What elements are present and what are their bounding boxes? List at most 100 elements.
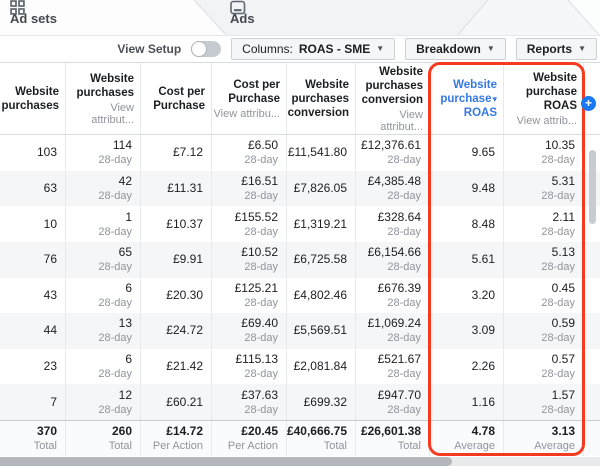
table-cell: £155.52 28-day — [211, 206, 286, 242]
column-header-cost-per-purchase-attr[interactable]: Cost per Purchase View attribu... — [211, 63, 286, 134]
cell-value: £7,826.05 — [293, 180, 347, 195]
column-header-cost-per-purchase[interactable]: Cost per Purchase — [140, 63, 211, 134]
table-cell: £125.21 28-day — [211, 277, 286, 314]
add-column-button[interactable]: + — [581, 96, 596, 111]
column-header-website-purchases-attr[interactable]: Website purchases View attribut... — [65, 63, 140, 134]
table-cell: £14.72 Per Action — [140, 421, 211, 456]
cell-value: £20.45 — [241, 424, 278, 438]
cell-sub-label: Total — [397, 440, 421, 452]
table-cell: 114 28-day — [65, 135, 140, 171]
view-attribution-link[interactable]: View attrib... — [517, 115, 577, 127]
columns-prefix: Columns: — [242, 42, 293, 56]
table-row[interactable]: 7 12 28-day £60.21 £37.63 28-day £699.32 £947.7… — [0, 384, 600, 420]
column-header-purchases-conversion-attr[interactable]: Website purchases conversion View attrib… — [355, 63, 429, 134]
table-row[interactable]: 76 65 28-day £9.91 £10.52 28-day £6,725.58 £6,1… — [0, 241, 600, 278]
cell-value: 5.61 — [471, 252, 495, 267]
reports-button[interactable]: Reports ▼ — [515, 38, 597, 60]
ad-sets-grid-icon — [10, 0, 25, 15]
chevron-down-icon: ▼ — [486, 44, 495, 53]
column-header-purchase-roas-attr[interactable]: Website purchase ROAS View attrib... — [503, 63, 583, 134]
table-row[interactable]: 43 6 28-day £20.30 £125.21 28-day £4,802.46 £67… — [0, 277, 600, 314]
view-attribution-link[interactable]: View attribut... — [66, 102, 134, 126]
column-header-label: Website purchase ROAS — [525, 71, 577, 112]
table-cell-spacer — [583, 384, 600, 420]
cell-value: £21.42 — [166, 359, 203, 374]
table-row[interactable]: 10 1 28-day £10.37 £155.52 28-day £1,319.21 £32… — [0, 206, 600, 242]
column-header-purchase-roas-sorted[interactable]: Website purchase▾ ROAS — [429, 63, 503, 134]
breakdown-label: Breakdown — [416, 42, 481, 56]
cell-value: £20.30 — [166, 287, 203, 302]
sort-descending-icon: ▾ — [492, 93, 497, 104]
table-cell: £6,725.58 — [286, 241, 355, 278]
table-row[interactable]: 63 42 28-day £11.31 £16.51 28-day £7,826.05 £4,… — [0, 170, 600, 207]
horizontal-scrollbar[interactable] — [0, 457, 600, 466]
table-cell: 0.57 28-day — [503, 348, 583, 385]
cell-sub-label: 28-day — [541, 154, 575, 167]
table-cell: 42 28-day — [65, 170, 140, 207]
cell-value: 3.13 — [551, 424, 575, 438]
column-header-website-purchases[interactable]: Website purchases — [0, 63, 65, 134]
table-cell: 43 — [0, 278, 65, 314]
cell-value: £125.21 — [234, 280, 278, 295]
cell-value: 43 — [43, 287, 57, 302]
column-header-label: Website purchases — [1, 85, 59, 112]
cell-value: 8.48 — [471, 216, 495, 231]
table-cell: 44 — [0, 313, 65, 349]
cell-value: £521.67 — [377, 352, 421, 367]
cell-sub-label: 28-day — [98, 332, 132, 345]
cell-sub-label: 28-day — [541, 296, 575, 309]
tab-ad-sets[interactable]: Ad sets — [10, 0, 57, 36]
table-cell: 23 — [0, 349, 65, 385]
table-cell: 103 — [0, 135, 65, 171]
table-header: Website purchases Website purchases View… — [0, 63, 600, 135]
column-header-label: Website purchase▾ ROAS — [440, 78, 497, 119]
cell-sub-label: 28-day — [244, 261, 278, 274]
cell-sub-label: 28-day — [541, 225, 575, 238]
table-cell: £24.72 — [140, 313, 211, 349]
cell-value: £10.37 — [166, 216, 203, 231]
view-setup-toggle[interactable] — [191, 41, 222, 57]
view-attribution-link[interactable]: View attribut... — [356, 109, 423, 133]
columns-button[interactable]: Columns: ROAS - SME ▼ — [231, 38, 396, 60]
table-cell: 5.31 28-day — [503, 170, 583, 207]
cell-sub-label: 28-day — [387, 261, 421, 274]
reports-label: Reports — [526, 42, 573, 56]
table-row[interactable]: 23 6 28-day £21.42 £115.13 28-day £2,081.84 £52… — [0, 348, 600, 385]
cell-value: 5.31 — [551, 173, 575, 188]
table-cell: £6,154.66 28-day — [355, 241, 429, 278]
table-cell: £60.21 — [140, 384, 211, 420]
table-cell: 4.78 Average — [429, 421, 503, 456]
table-cell: £699.32 — [286, 384, 355, 420]
cell-sub-label: 28-day — [387, 154, 421, 167]
table-cell: 9.65 — [429, 135, 503, 171]
horizontal-scrollbar-thumb[interactable] — [0, 457, 452, 466]
chevron-down-icon: ▼ — [376, 44, 385, 53]
vertical-scrollbar-thumb[interactable] — [589, 150, 596, 224]
cell-sub-label: Average — [454, 440, 495, 452]
table-cell: 8.48 — [429, 206, 503, 242]
table-row[interactable]: 103 114 28-day £7.12 £6.50 28-day £11,541.80 £1… — [0, 135, 600, 171]
table-row[interactable]: 44 13 28-day £24.72 £69.40 28-day £5,569.51 £1,… — [0, 313, 600, 349]
table-cell: £21.42 — [140, 348, 211, 385]
table-cell: £4,802.46 — [286, 277, 355, 314]
cell-value: £155.52 — [234, 209, 278, 224]
cell-value: 12 — [118, 387, 132, 402]
breakdown-button[interactable]: Breakdown ▼ — [405, 38, 506, 60]
table-totals-row: 370 Total 260 Total £14.72 Per Action £20.45 Pe… — [0, 420, 600, 456]
view-attribution-link[interactable]: View attribu... — [214, 108, 280, 120]
table-cell: £69.40 28-day — [211, 313, 286, 349]
table-cell: £20.45 Per Action — [211, 421, 286, 456]
ads-icon — [230, 0, 246, 15]
cell-sub-label: 28-day — [387, 368, 421, 381]
view-setup-label: View Setup — [117, 42, 182, 56]
plus-icon: + — [584, 96, 592, 110]
cell-value: £40,666.75 — [286, 424, 347, 438]
column-header-purchases-conversion[interactable]: Website purchases conversion — [286, 63, 355, 134]
cell-sub-label: 28-day — [98, 296, 132, 309]
table-cell: £328.64 28-day — [355, 206, 429, 242]
cell-value: £4,802.46 — [293, 287, 347, 302]
table-cell: £40,666.75 Total — [286, 421, 355, 456]
cell-sub-label: 28-day — [387, 296, 421, 309]
tab-ads[interactable]: Ads — [230, 0, 255, 36]
table-cell: £20.30 — [140, 277, 211, 314]
